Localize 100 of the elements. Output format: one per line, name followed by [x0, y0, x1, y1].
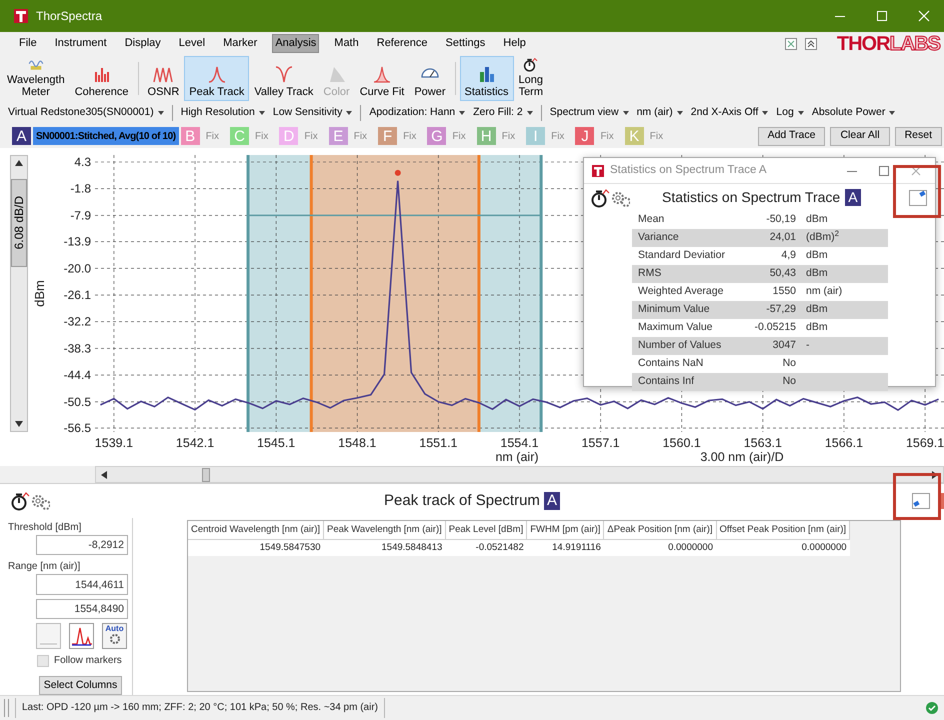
stat-unit: (dBm)$^{2}$ [805, 230, 839, 246]
left-arrow-icon[interactable] [100, 470, 108, 480]
dropdown[interactable]: Low Sensitivity [272, 105, 352, 121]
app-icon [14, 9, 28, 23]
collapse-icon[interactable] [804, 38, 817, 50]
dropdown[interactable]: High Resolution [180, 105, 265, 121]
menu-item[interactable]: File [16, 34, 40, 53]
dropdown[interactable]: Absolute Power [812, 105, 896, 121]
column-header[interactable]: Peak Level [dBm] [445, 521, 527, 539]
peak-marker[interactable] [394, 170, 401, 176]
menu-item[interactable]: Reference [374, 34, 431, 53]
column-header[interactable]: ΔPeak Position [nm (air)] [604, 521, 716, 539]
toolbar-button[interactable]: Peak Track [184, 56, 250, 101]
stat-unit: - [805, 338, 810, 354]
stat-label: Contains Inf [637, 374, 696, 390]
tick-label: -38.3 [64, 341, 91, 356]
toolbar-button[interactable]: OSNR [142, 56, 184, 101]
vertical-scrollbar[interactable]: 6.08 dB/D [10, 155, 28, 432]
marker-line[interactable] [246, 155, 250, 432]
dropdown[interactable]: Zero Fill: 2 [473, 105, 533, 121]
peak-graph-icon[interactable] [69, 623, 94, 650]
column-header[interactable]: Offset Peak Position [nm (air)] [716, 521, 850, 539]
marker-band[interactable] [311, 155, 479, 432]
dropdown[interactable]: nm (air) [636, 105, 683, 121]
input-field[interactable]: 1544,4611 [36, 574, 128, 595]
status-text: Last: OPD -120 µm -> 160 mm; ZFF: 2; 20 °C; 101 kPa; 50 %; Res. ~34 pm (air) [15, 698, 386, 718]
menu-item[interactable]: Marker [220, 34, 260, 53]
column-header[interactable]: Centroid Wavelength [nm (air)] [188, 521, 324, 539]
toolbar-button[interactable]: Wavelength Meter [2, 56, 70, 101]
dropdown[interactable]: 2nd X-Axis Off [690, 105, 768, 121]
stat-label: Standard Deviatior [637, 248, 726, 264]
dropdown[interactable]: Spectrum view [550, 105, 629, 121]
stat-label: Contains NaN [637, 356, 704, 372]
menu-item[interactable]: Settings [442, 34, 488, 53]
menu-item[interactable]: Level [176, 34, 208, 53]
toolbar-button[interactable]: Long Term [514, 56, 548, 101]
toolbar-button[interactable]: Coherence [70, 56, 134, 101]
maximize-icon[interactable] [879, 166, 889, 176]
table-cell: 0.0000000 [604, 539, 716, 556]
trace-badge: A [845, 189, 861, 206]
trace-action-button[interactable]: Add Trace [758, 126, 826, 146]
gears-icon [30, 492, 50, 510]
close-icon[interactable] [911, 166, 921, 176]
auto-button[interactable]: Auto [102, 623, 127, 650]
tick-label: 1554.1 [500, 436, 539, 450]
toolbar-button[interactable]: Valley Track [249, 56, 318, 101]
dropdown[interactable]: Virtual Redstone305(SN00001) [8, 105, 164, 121]
select-columns-button[interactable]: Select Columns [39, 676, 122, 696]
checkbox[interactable] [37, 654, 49, 667]
stat-value: 3047 [772, 338, 796, 354]
caret-icon [889, 111, 896, 115]
trace-letter[interactable]: A [12, 127, 31, 145]
tick-label: -26.1 [64, 288, 91, 302]
stat-label: Mean [637, 212, 666, 228]
menu-item[interactable]: Math [331, 34, 362, 53]
dropdown[interactable]: Apodization: Hann [369, 105, 466, 121]
toolbar-button[interactable]: Power [409, 56, 451, 101]
stat-unit: dBm [805, 266, 828, 282]
menu-item[interactable]: Help [500, 34, 529, 53]
trace-label[interactable]: SN00001:Stitched, Avg(10 of 10) [33, 127, 179, 145]
marker-band[interactable] [248, 155, 312, 432]
fullscreen-icon[interactable] [784, 38, 797, 50]
stat-value: No [782, 356, 796, 372]
tick-label: -32.2 [64, 314, 91, 329]
stat-unit: dBm [805, 320, 828, 336]
column-header[interactable]: FWHM [pm (air)] [526, 521, 604, 539]
tick-label: -50.5 [64, 394, 91, 409]
up-arrow-icon[interactable] [14, 159, 24, 167]
tick-label: -13.9 [64, 234, 91, 249]
scrollbar-thumb[interactable]: 6.08 dB/D [11, 179, 27, 267]
menu-item[interactable]: Analysis [272, 34, 320, 53]
dock-icon[interactable] [912, 493, 930, 509]
tick-label: -1.8 [70, 182, 91, 196]
scrollbar-thumb[interactable] [202, 468, 210, 482]
marker-line[interactable] [310, 155, 313, 432]
table-cell: 0.0000000 [716, 539, 850, 556]
marker-band[interactable] [478, 155, 542, 432]
column-header[interactable]: Peak Wavelength [nm (air)] [324, 521, 446, 539]
marker-line[interactable] [477, 155, 480, 432]
input-field[interactable]: -8,2912 [36, 535, 128, 556]
dock-icon[interactable] [909, 190, 927, 206]
dropdown[interactable]: Log [776, 105, 804, 121]
toolbar-button[interactable]: Curve Fit [354, 56, 410, 101]
down-arrow-icon[interactable] [14, 420, 24, 428]
marker-line[interactable] [540, 155, 543, 432]
input-field[interactable]: 1554,8490 [36, 598, 128, 620]
menu-item[interactable]: Display [122, 34, 164, 53]
caret-icon [798, 111, 804, 115]
menu-item[interactable]: Instrument [52, 34, 110, 53]
trace-action-button[interactable]: Reset [894, 126, 942, 146]
trace-badge: A [544, 492, 560, 510]
trace-action-button[interactable]: Clear All [830, 126, 890, 146]
stat-label: Minimum Value [637, 302, 711, 318]
table-cell: 1549.5847530 [188, 539, 324, 556]
stat-value: No [782, 374, 796, 390]
toolbar-button[interactable]: Statistics [460, 56, 514, 101]
caret-icon [622, 111, 629, 115]
stat-value: 24,01 [768, 230, 796, 246]
horizontal-scrollbar[interactable] [95, 466, 944, 483]
caret-icon [762, 111, 768, 115]
